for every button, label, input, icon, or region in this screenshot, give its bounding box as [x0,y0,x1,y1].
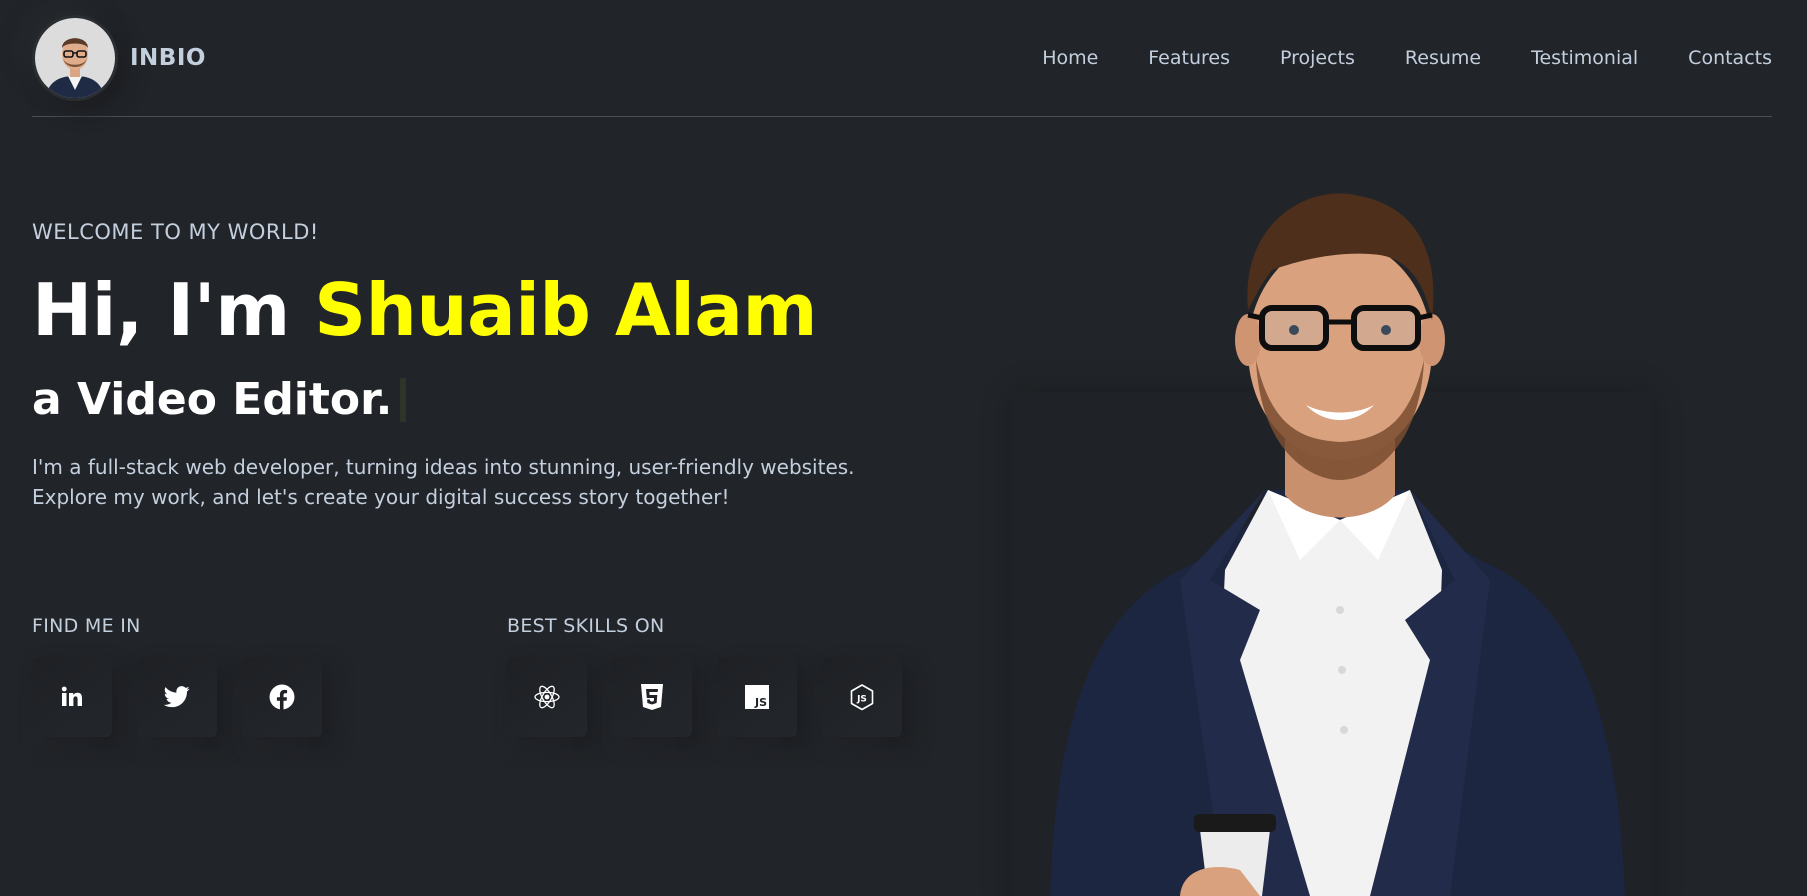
social-links [32,657,322,737]
greeting-text: Hi, I'm [32,268,315,352]
avatar-photo-icon [35,18,115,98]
avatar[interactable] [32,15,118,101]
intro-line-1: I'm a full-stack web developer, turning … [32,455,855,479]
javascript-icon: JS [745,685,769,709]
nav-resume[interactable]: Resume [1405,47,1481,69]
site-header: INBIO Home Features Projects Resume Test… [32,0,1772,117]
html5-icon [641,683,663,710]
twitter-button[interactable] [137,657,217,737]
react-icon [534,685,560,709]
html5-skill[interactable] [612,657,692,737]
hero-name: Shuaib Alam [314,268,818,352]
linkedin-icon [61,686,82,706]
facebook-icon [269,684,295,710]
svg-text:JS: JS [754,696,767,709]
nav-projects[interactable]: Projects [1280,47,1355,69]
nodejs-icon: JS [850,683,874,710]
typing-cursor [400,377,407,422]
nav-home[interactable]: Home [1042,47,1098,69]
hero-role: a Video Editor. [32,374,407,425]
nav-testimonial[interactable]: Testimonial [1531,47,1638,69]
main-nav: Home Features Projects Resume Testimonia… [1042,47,1772,69]
intro-line-2: Explore my work, and let's create your d… [32,485,730,509]
brand-name[interactable]: INBIO [130,45,206,71]
hero-headline: Hi, I'm Shuaib Alam [32,268,818,352]
svg-text:JS: JS [856,694,867,704]
role-text: a Video Editor. [32,374,393,425]
page: INBIO Home Features Projects Resume Test… [0,0,1807,896]
brand[interactable]: INBIO [32,15,206,101]
portrait-image [1050,193,1625,896]
nodejs-skill[interactable]: JS [822,657,902,737]
hero-intro: I'm a full-stack web developer, turning … [32,452,912,512]
skills-list: JS JS [507,657,902,737]
find-me-title: FIND ME IN [32,615,141,637]
react-skill[interactable] [507,657,587,737]
javascript-skill[interactable]: JS [717,657,797,737]
nav-contacts[interactable]: Contacts [1688,47,1772,69]
nav-features[interactable]: Features [1148,47,1230,69]
facebook-button[interactable] [242,657,322,737]
welcome-subtitle: WELCOME TO MY WORLD! [32,220,319,244]
twitter-icon [164,686,190,708]
linkedin-button[interactable] [32,657,112,737]
skills-title: BEST SKILLS ON [507,615,665,637]
